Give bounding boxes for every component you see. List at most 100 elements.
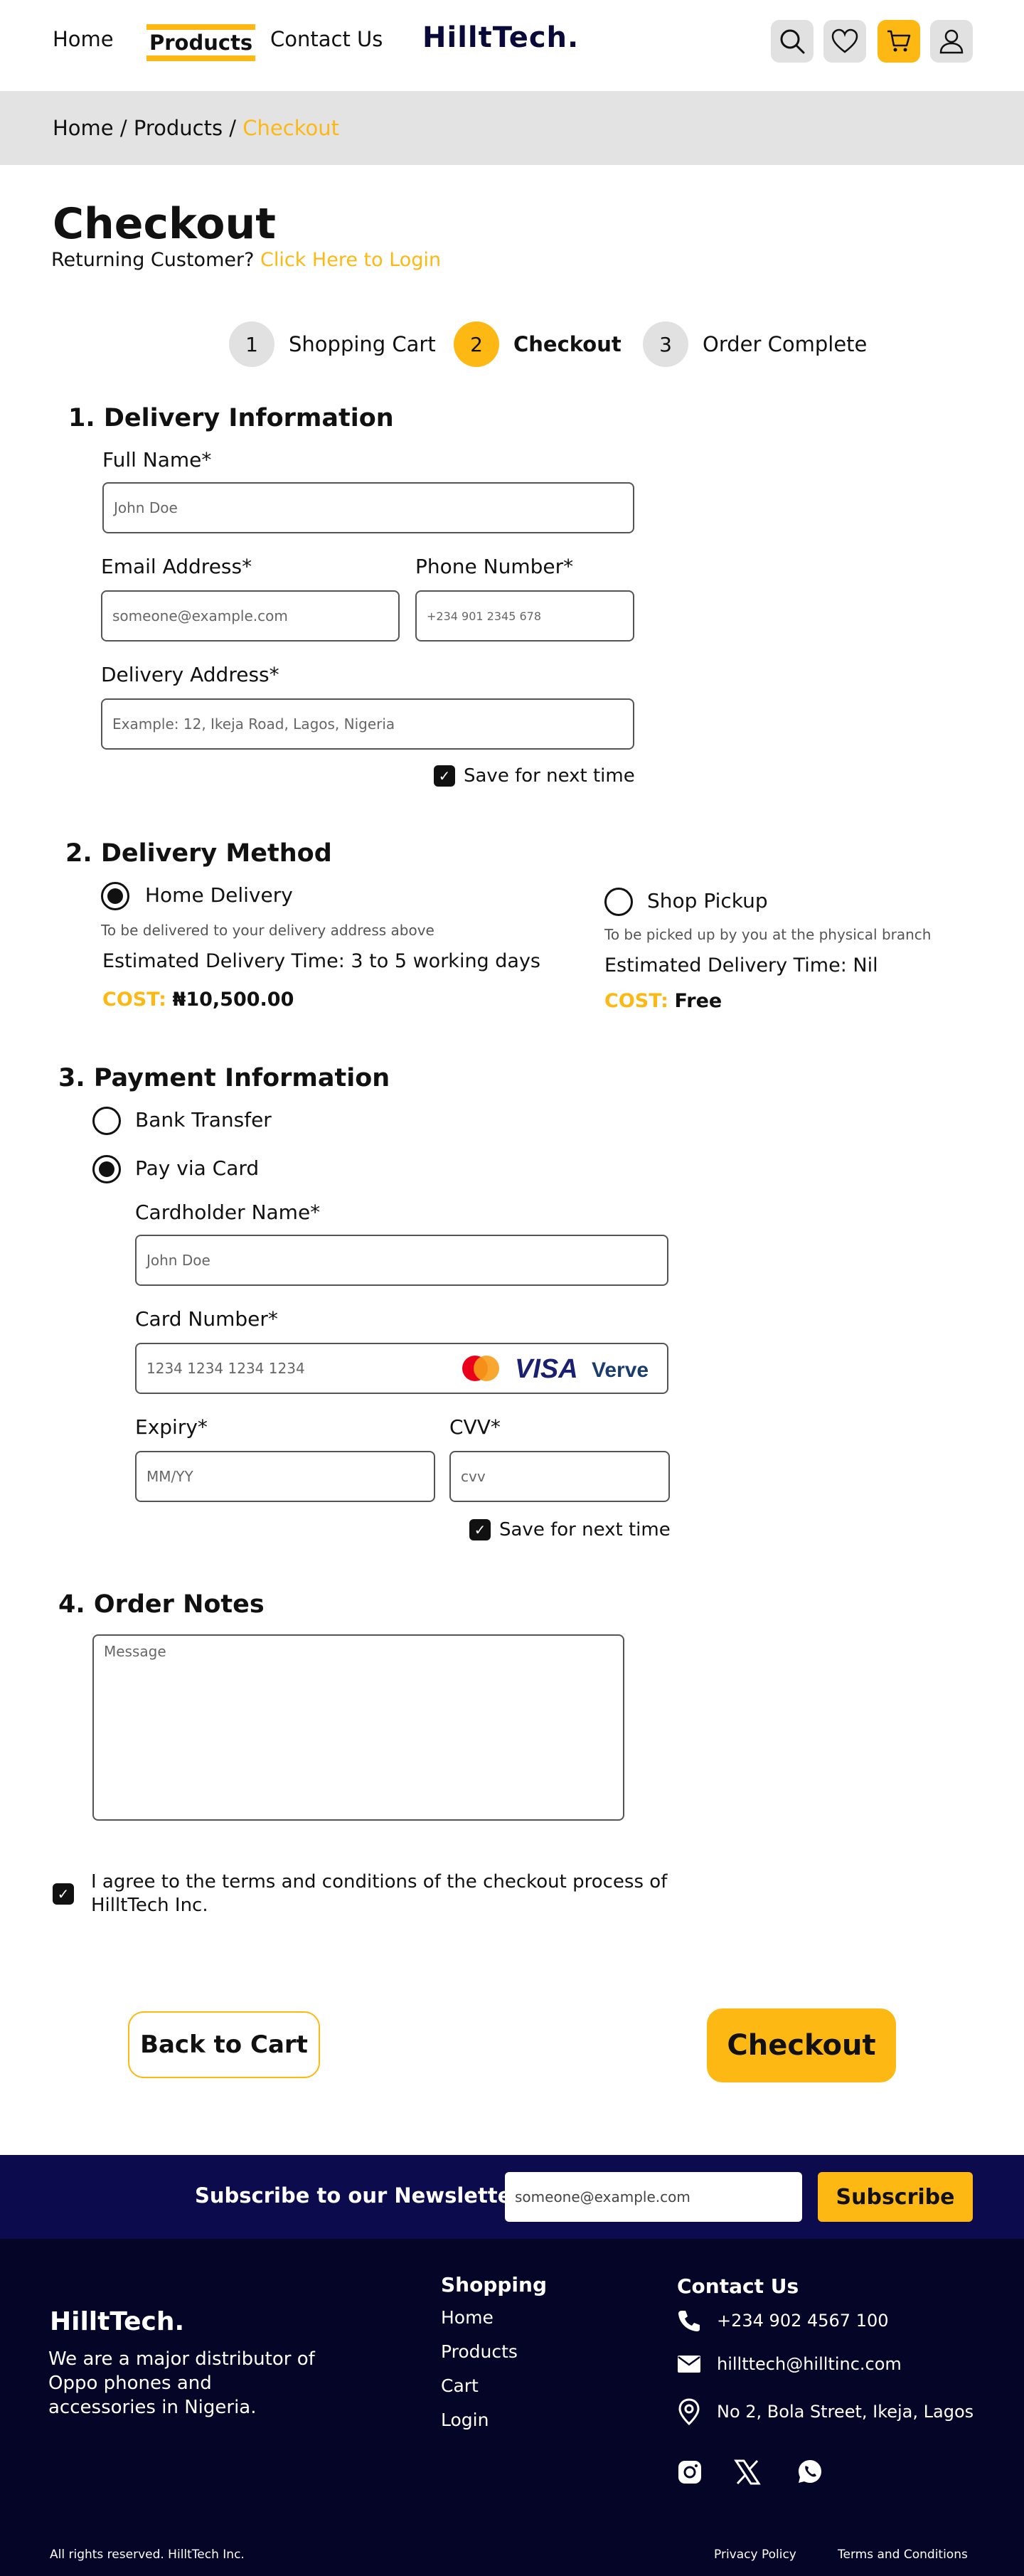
contact-phone[interactable]: +234 902 4567 100 [677, 2309, 889, 2333]
step-order-complete[interactable]: 3 Order Complete [643, 321, 867, 367]
checkbox-checked-icon: ✓ [469, 1519, 491, 1540]
footer-logo[interactable]: HilltTech. [50, 2307, 184, 2336]
visa-logo: VISA [515, 1354, 578, 1384]
pay-via-card-radio[interactable] [92, 1155, 121, 1183]
terms-checkbox[interactable]: ✓ [53, 1883, 74, 1905]
privacy-policy-link[interactable]: Privacy Policy [714, 2548, 796, 2562]
cvv-input[interactable]: cvv [449, 1451, 670, 1502]
step-label: Shopping Cart [289, 332, 436, 356]
card-number-label: Card Number* [135, 1307, 278, 1331]
nav-home-link[interactable]: Home [53, 27, 114, 51]
cvv-label: CVV* [449, 1415, 501, 1439]
save-card-checkbox[interactable]: ✓ Save for next time [469, 1519, 671, 1540]
checkbox-checked-icon: ✓ [434, 765, 455, 787]
address-label: Delivery Address* [101, 663, 279, 686]
copyright-text: All rights reserved. HilltTech Inc. [50, 2548, 245, 2562]
search-button[interactable] [771, 20, 814, 63]
mastercard-icon [462, 1356, 499, 1381]
expiry-label: Expiry* [135, 1415, 208, 1439]
location-pin-icon [678, 2398, 700, 2425]
phone-icon [678, 2311, 700, 2331]
back-to-cart-button[interactable]: Back to Cart [128, 2011, 320, 2078]
expiry-input[interactable]: MM/YY [135, 1451, 435, 1502]
step-label: Checkout [513, 332, 622, 356]
cost-key: COST: [604, 990, 668, 1012]
verve-logo: Verve [592, 1358, 649, 1382]
breadcrumb-current: Checkout [242, 116, 339, 140]
terms-label: I agree to the terms and conditions of t… [91, 1871, 668, 1916]
brand-logo[interactable]: HilltTech. [422, 21, 579, 54]
shop-pickup-radio[interactable] [604, 888, 633, 916]
shopping-heading: Shopping [441, 2273, 547, 2296]
user-icon [939, 29, 964, 54]
footer-link-products[interactable]: Products [441, 2341, 518, 2362]
home-delivery-radio[interactable] [101, 882, 129, 910]
account-button[interactable] [930, 20, 973, 63]
page-title: Checkout [53, 199, 276, 249]
step-number: 3 [643, 321, 688, 367]
step-checkout[interactable]: 2 Checkout [454, 321, 622, 367]
bank-transfer-label[interactable]: Bank Transfer [135, 1108, 272, 1132]
nav-contact-link[interactable]: Contact Us [270, 27, 383, 51]
footer-description: We are a major distributor of Oppo phone… [48, 2348, 315, 2418]
breadcrumb-home[interactable]: Home [53, 116, 114, 140]
checkout-button[interactable]: Checkout [707, 2008, 896, 2082]
terms-link[interactable]: Terms and Conditions [838, 2548, 968, 2562]
delivery-info-title: 1. Delivery Information [68, 404, 394, 432]
wishlist-button[interactable] [823, 20, 866, 63]
cost-value: ₦10,500.00 [172, 989, 294, 1011]
cardholder-label: Cardholder Name* [135, 1201, 321, 1224]
contact-address[interactable]: No 2, Bola Street, Ikeja, Lagos [677, 2398, 974, 2425]
address-input[interactable]: Example: 12, Ikeja Road, Lagos, Nigeria [101, 698, 634, 750]
cart-icon [887, 30, 911, 52]
login-link[interactable]: Click Here to Login [260, 249, 441, 271]
email-label: Email Address* [101, 555, 252, 578]
step-shopping-cart[interactable]: 1 Shopping Cart [229, 321, 436, 367]
contact-email[interactable]: hillttech@hilltinc.com [677, 2354, 902, 2374]
step-number: 1 [229, 321, 274, 367]
contact-address-text: No 2, Bola Street, Ikeja, Lagos [717, 2402, 974, 2422]
breadcrumb-products[interactable]: Products [134, 116, 223, 140]
order-notes-textarea[interactable]: Message [92, 1634, 624, 1821]
footer-link-home[interactable]: Home [441, 2307, 494, 2328]
home-delivery-cost: COST: ₦10,500.00 [102, 989, 294, 1011]
phone-input[interactable]: +234 901 2345 678 [415, 590, 634, 642]
mail-icon [678, 2356, 700, 2373]
step-label: Order Complete [703, 332, 868, 356]
instagram-icon[interactable] [677, 2459, 703, 2485]
home-delivery-desc: To be delivered to your delivery address… [101, 922, 434, 939]
newsletter-email-input[interactable]: someone@example.com [505, 2172, 802, 2222]
bank-transfer-radio[interactable] [92, 1107, 121, 1135]
nav-products-link[interactable]: Products [146, 24, 256, 61]
save-delivery-label: Save for next time [464, 765, 635, 787]
cart-button[interactable] [878, 20, 920, 63]
pay-via-card-label[interactable]: Pay via Card [135, 1156, 259, 1180]
shop-pickup-estimate: Estimated Delivery Time: Nil [604, 954, 878, 976]
email-input[interactable]: someone@example.com [101, 590, 400, 642]
order-notes-title: 4. Order Notes [58, 1590, 265, 1619]
footer-link-cart[interactable]: Cart [441, 2375, 479, 2396]
step-number: 2 [454, 321, 499, 367]
full-name-label: Full Name* [102, 448, 212, 472]
breadcrumb-separator: / [223, 116, 243, 140]
home-delivery-label[interactable]: Home Delivery [145, 883, 293, 907]
subscribe-button[interactable]: Subscribe [818, 2172, 973, 2222]
cardholder-input[interactable]: John Doe [135, 1235, 668, 1286]
save-delivery-checkbox[interactable]: ✓ Save for next time [434, 765, 635, 787]
whatsapp-icon[interactable] [796, 2458, 823, 2485]
home-delivery-estimate: Estimated Delivery Time: 3 to 5 working … [102, 950, 541, 972]
payment-info-title: 3. Payment Information [58, 1064, 390, 1092]
contact-phone-text: +234 902 4567 100 [717, 2311, 889, 2331]
full-name-input[interactable]: John Doe [102, 482, 634, 533]
x-twitter-icon[interactable] [734, 2459, 761, 2485]
contact-heading: Contact Us [677, 2274, 799, 2298]
shop-pickup-cost: COST: Free [604, 990, 722, 1012]
card-number-input[interactable]: 1234 1234 1234 1234 [135, 1343, 668, 1394]
search-icon [780, 29, 805, 54]
breadcrumb: Home / Products / Checkout [0, 91, 1024, 165]
footer-link-login[interactable]: Login [441, 2410, 489, 2430]
shop-pickup-desc: To be picked up by you at the physical b… [604, 926, 932, 943]
footer: HilltTech. We are a major distributor of… [0, 2239, 1024, 2576]
shop-pickup-label[interactable]: Shop Pickup [647, 889, 768, 912]
returning-label: Returning Customer? [51, 249, 255, 271]
